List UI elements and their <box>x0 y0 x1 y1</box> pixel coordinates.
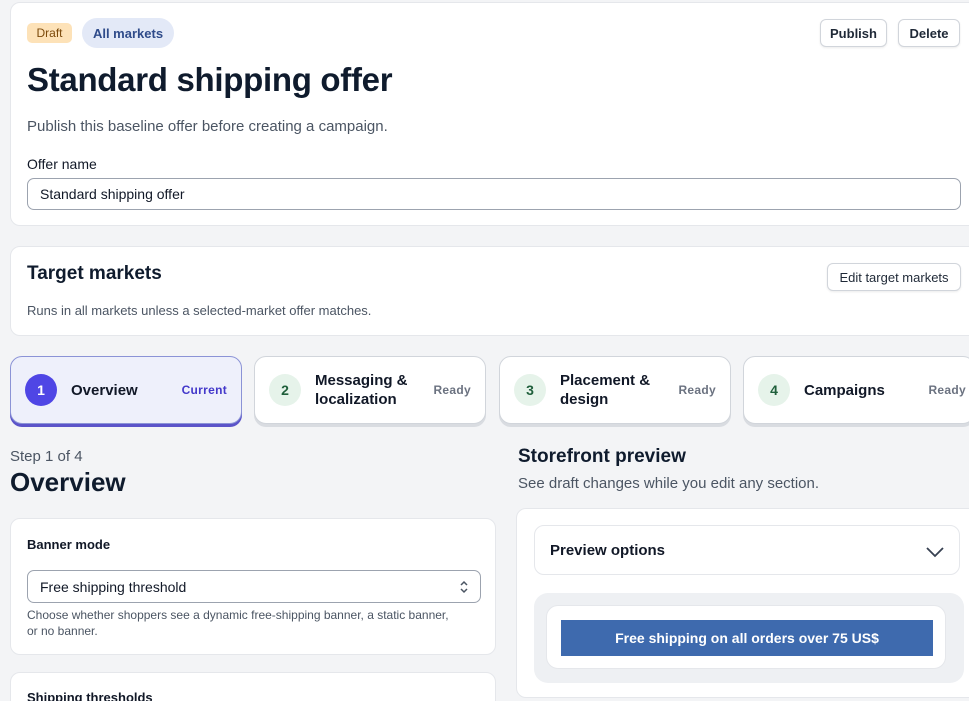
publish-button[interactable]: Publish <box>820 19 887 47</box>
delete-button[interactable]: Delete <box>898 19 960 47</box>
storefront-preview-frame: Free shipping on all orders over 75 US$ <box>534 593 964 683</box>
page-title: Standard shipping offer <box>27 61 393 98</box>
banner-mode-help: Choose whether shoppers see a dynamic fr… <box>27 608 449 638</box>
section-title: Overview <box>10 467 126 497</box>
step-number: 4 <box>758 374 790 406</box>
shipping-thresholds-label: Shipping thresholds <box>27 690 153 701</box>
preview-card: Preview options Free shipping on all ord… <box>516 508 969 698</box>
target-markets-description: Runs in all markets unless a selected-ma… <box>27 303 372 318</box>
step-number: 1 <box>25 374 57 406</box>
shipping-thresholds-card: Shipping thresholds <box>10 672 496 701</box>
free-shipping-banner: Free shipping on all orders over 75 US$ <box>561 620 933 656</box>
step-counter: Step 1 of 4 <box>10 448 83 465</box>
step-number: 2 <box>269 374 301 406</box>
preview-title: Storefront preview <box>518 446 686 467</box>
step-status: Ready <box>678 383 716 397</box>
preview-options-label: Preview options <box>550 542 666 559</box>
step-label: Campaigns <box>804 381 885 399</box>
step-overview[interactable]: 1 Overview Current <box>10 356 242 424</box>
step-status: Current <box>181 383 227 397</box>
preview-options-toggle[interactable]: Preview options <box>534 525 960 575</box>
page-subtitle: Publish this baseline offer before creat… <box>27 118 388 135</box>
step-number: 3 <box>514 374 546 406</box>
chevron-down-icon <box>925 545 945 563</box>
edit-target-markets-button[interactable]: Edit target markets <box>827 263 961 291</box>
step-placement-design[interactable]: 3 Placement & design Ready <box>499 356 731 424</box>
step-campaigns[interactable]: 4 Campaigns Ready <box>743 356 969 424</box>
step-messaging-localization[interactable]: 2 Messaging & localization Ready <box>254 356 486 424</box>
markets-badge: All markets <box>82 18 174 48</box>
target-markets-card: Target markets Edit target markets Runs … <box>10 246 969 336</box>
offer-name-label: Offer name <box>27 156 97 172</box>
offer-card: Draft All markets Publish Delete Standar… <box>10 2 969 226</box>
status-badge: Draft <box>27 23 72 43</box>
offer-name-field[interactable]: Standard shipping offer <box>27 178 961 210</box>
banner-mode-select[interactable]: Free shipping threshold <box>27 570 481 603</box>
chevron-up-down-icon <box>458 579 470 598</box>
target-markets-title: Target markets <box>27 263 162 284</box>
step-label: Messaging & localization <box>315 372 408 408</box>
banner-mode-value: Free shipping threshold <box>40 578 187 595</box>
step-status: Ready <box>433 383 471 397</box>
banner-mode-label: Banner mode <box>27 537 111 552</box>
step-status: Ready <box>928 383 966 397</box>
preview-subtitle: See draft changes while you edit any sec… <box>518 475 820 492</box>
banner-mode-card: Banner mode Free shipping threshold Choo… <box>10 518 496 655</box>
step-label: Placement & design <box>560 372 651 408</box>
banner-preview-container: Free shipping on all orders over 75 US$ <box>546 605 946 669</box>
step-label: Overview <box>71 381 138 399</box>
